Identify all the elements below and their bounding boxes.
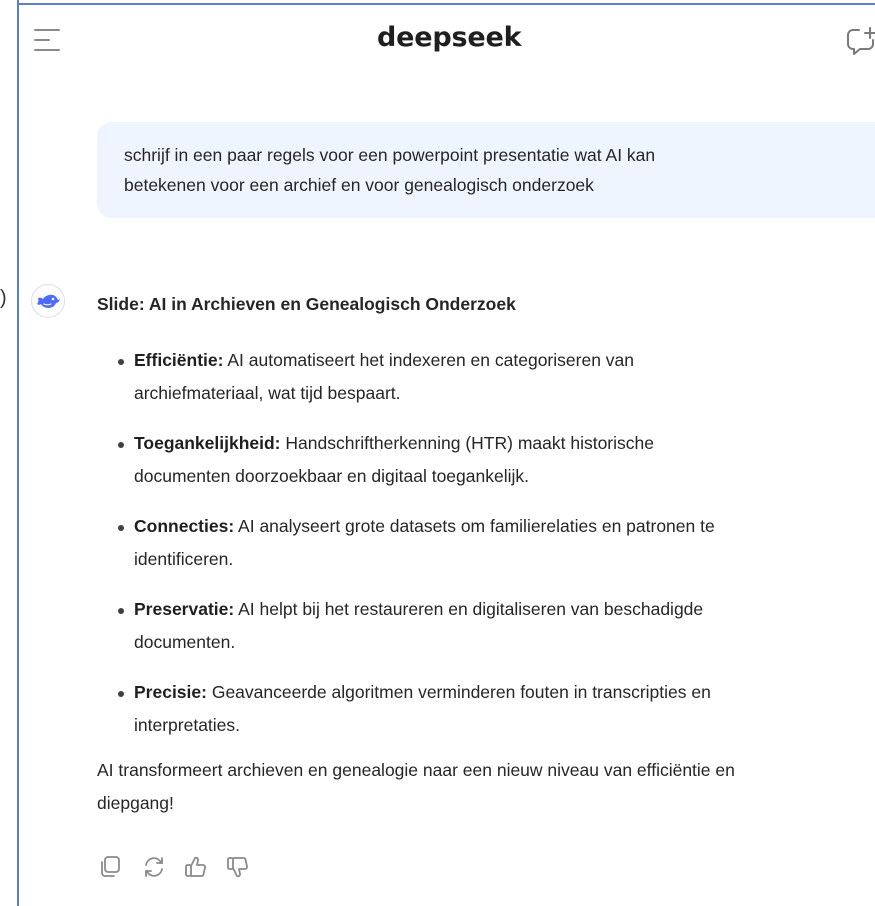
bullet-dot (118, 359, 124, 365)
bullet-item: Efficiëntie: AI automatiseert het indexe… (117, 344, 875, 410)
bullet-item: Preservatie: AI helpt bij het restaurere… (117, 593, 875, 659)
closing-line: AI transformeert archieven en genealogie… (97, 760, 735, 780)
user-message-line: betekenen voor een archief en voor genea… (124, 175, 594, 195)
bullet-text-continued: documenten. (134, 632, 236, 652)
thumbs-down-icon[interactable] (225, 854, 251, 880)
bullet-term: Connecties: (134, 516, 235, 536)
bullet-text: AI automatiseert het indexeren en catego… (223, 350, 635, 370)
bullet-item: Precisie: Geavanceerde algoritmen vermin… (117, 676, 875, 742)
bullet-dot (118, 442, 124, 448)
clipped-edge-glyph: ) (0, 287, 7, 309)
bullet-term: Preservatie: (134, 599, 235, 619)
deepseek-logo[interactable]: deepseek (377, 20, 522, 56)
new-chat-icon[interactable] (845, 26, 875, 56)
bullet-text: AI analyseert grote datasets om familier… (234, 516, 715, 536)
closing-line: diepgang! (97, 793, 174, 813)
bullet-dot (118, 691, 124, 697)
assistant-avatar (31, 284, 65, 318)
user-message-line: schrijf in een paar regels voor een powe… (124, 145, 656, 165)
copy-icon[interactable] (97, 854, 123, 880)
bullet-text-continued: identificeren. (134, 549, 234, 569)
bullet-term: Precisie: (134, 682, 207, 702)
bullet-text-continued: interpretaties. (134, 715, 241, 735)
bullet-item: Connecties: AI analyseert grote datasets… (117, 510, 875, 576)
bullet-text: Geavanceerde algoritmen verminderen fout… (206, 682, 711, 702)
window-border-left (17, 0, 19, 906)
chat-window: ) deepseek schrijf in een paar regels vo… (0, 0, 875, 906)
bullet-term: Efficiëntie: (134, 350, 224, 370)
user-message-bubble: schrijf in een paar regels voor een powe… (97, 122, 875, 218)
bullet-dot (118, 525, 124, 531)
thumbs-up-icon[interactable] (183, 854, 209, 880)
answer-closing: AI transformeert archieven en genealogie… (97, 754, 875, 820)
bullet-dot (118, 608, 124, 614)
bullet-item: Toegankelijkheid: Handschriftherkenning … (117, 427, 875, 493)
window-border-top (17, 3, 875, 5)
answer-bullet-list: Efficiëntie: AI automatiseert het indexe… (117, 344, 875, 759)
bullet-text: AI helpt bij het restaureren en digitali… (234, 599, 704, 619)
bullet-text-continued: documenten doorzoekbaar en digitaal toeg… (134, 466, 529, 486)
regenerate-icon[interactable] (141, 854, 167, 880)
bullet-term: Toegankelijkheid: (134, 433, 281, 453)
hamburger-menu-icon[interactable] (33, 27, 61, 53)
answer-title: Slide: AI in Archieven en Genealogisch O… (97, 294, 516, 314)
deepseek-whale-icon (37, 294, 60, 308)
user-message-text[interactable]: schrijf in een paar regels voor een powe… (124, 140, 824, 200)
bullet-text: Handschriftherkenning (HTR) maakt histor… (280, 433, 654, 453)
bullet-text-continued: archiefmateriaal, wat tijd bespaart. (134, 383, 401, 403)
